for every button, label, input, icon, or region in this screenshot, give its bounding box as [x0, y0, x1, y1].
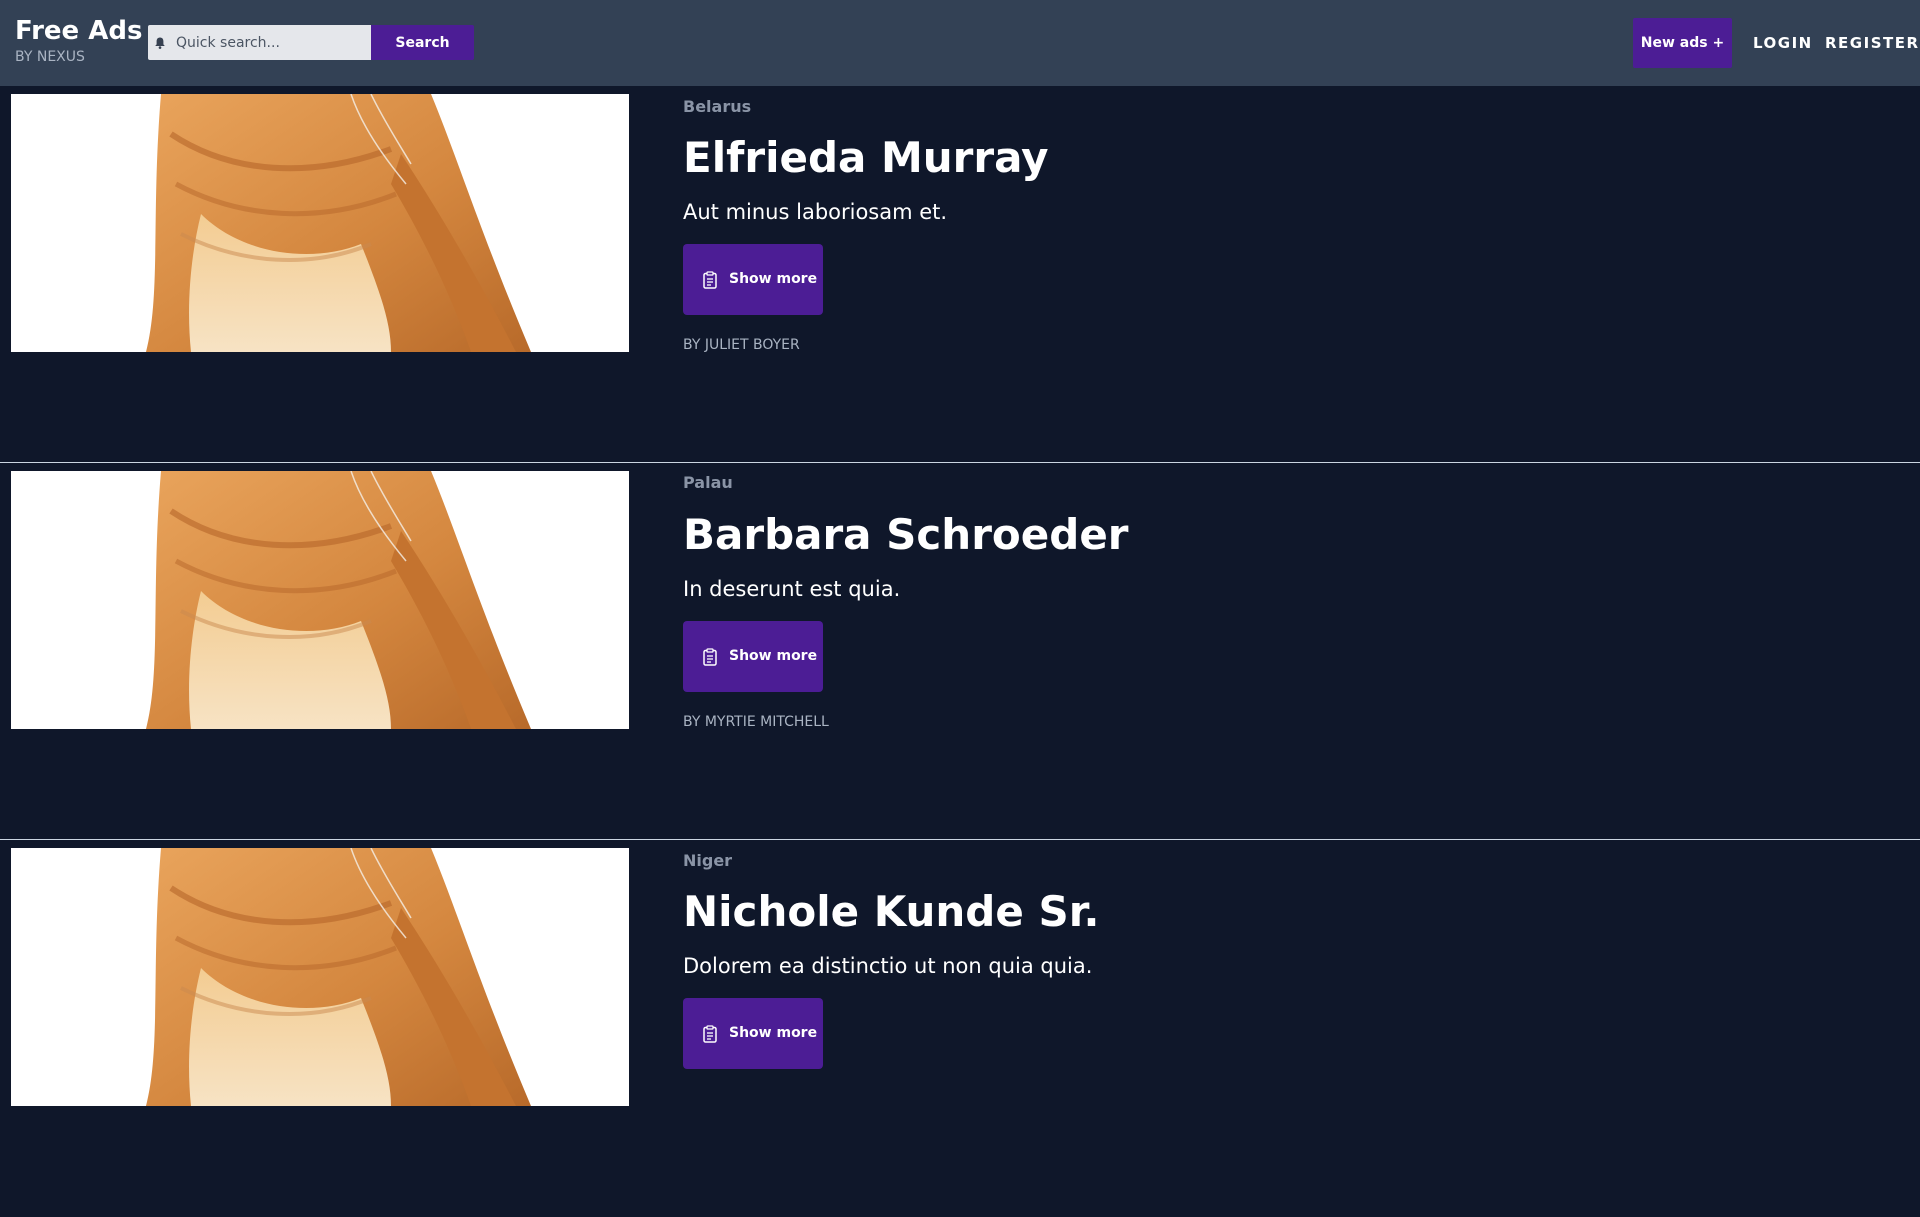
- cat-photo-icon: [11, 848, 629, 1106]
- show-more-label: Show more: [729, 648, 818, 664]
- show-more-label: Show more: [729, 1025, 818, 1041]
- top-navbar: Free Ads BY NEXUS Search New ads + LOGIN…: [0, 0, 1920, 86]
- show-more-button[interactable]: Show more: [683, 621, 823, 692]
- ad-description: Aut minus laboriosam et.: [683, 200, 948, 224]
- clipboard-icon: [703, 648, 717, 666]
- ad-title[interactable]: Elfrieda Murray: [683, 132, 1049, 184]
- cat-photo-icon: [11, 94, 629, 352]
- ad-country: Palau: [683, 473, 733, 492]
- show-more-button[interactable]: Show more: [683, 998, 823, 1069]
- brand-subtitle: BY NEXUS: [15, 49, 85, 65]
- ad-author: BY MYRTIE MITCHELL: [683, 714, 829, 730]
- ad-description: In deserunt est quia.: [683, 577, 901, 601]
- clipboard-icon: [703, 1025, 717, 1043]
- register-link[interactable]: REGISTER: [1825, 33, 1920, 53]
- ad-description: Dolorem ea distinctio ut non quia quia.: [683, 954, 1093, 978]
- show-more-button[interactable]: Show more: [683, 244, 823, 315]
- ad-image[interactable]: [11, 94, 629, 352]
- ad-card: Palau Barbara Schroeder In deserunt est …: [0, 463, 1920, 840]
- ad-title[interactable]: Nichole Kunde Sr.: [683, 886, 1099, 938]
- ad-image[interactable]: [11, 848, 629, 1106]
- ad-country: Belarus: [683, 97, 752, 116]
- ad-author: BY JULIET BOYER: [683, 337, 800, 353]
- quick-search-box: [148, 25, 371, 60]
- ad-card: Belarus Elfrieda Murray Aut minus labori…: [0, 86, 1920, 463]
- brand-title: Free Ads: [15, 16, 143, 46]
- ad-card: Niger Nichole Kunde Sr. Dolorem ea disti…: [0, 840, 1920, 1217]
- login-link[interactable]: LOGIN: [1753, 33, 1813, 53]
- ad-title[interactable]: Barbara Schroeder: [683, 509, 1129, 561]
- clipboard-icon: [703, 271, 717, 289]
- cat-photo-icon: [11, 471, 629, 729]
- brand-logo[interactable]: Free Ads BY NEXUS: [15, 14, 142, 66]
- ad-country: Niger: [683, 851, 733, 870]
- search-input[interactable]: [172, 25, 367, 60]
- ad-image[interactable]: [11, 471, 629, 729]
- bell-icon: [154, 35, 166, 49]
- show-more-label: Show more: [729, 271, 818, 287]
- new-ads-button[interactable]: New ads +: [1633, 18, 1732, 68]
- search-button[interactable]: Search: [371, 25, 474, 60]
